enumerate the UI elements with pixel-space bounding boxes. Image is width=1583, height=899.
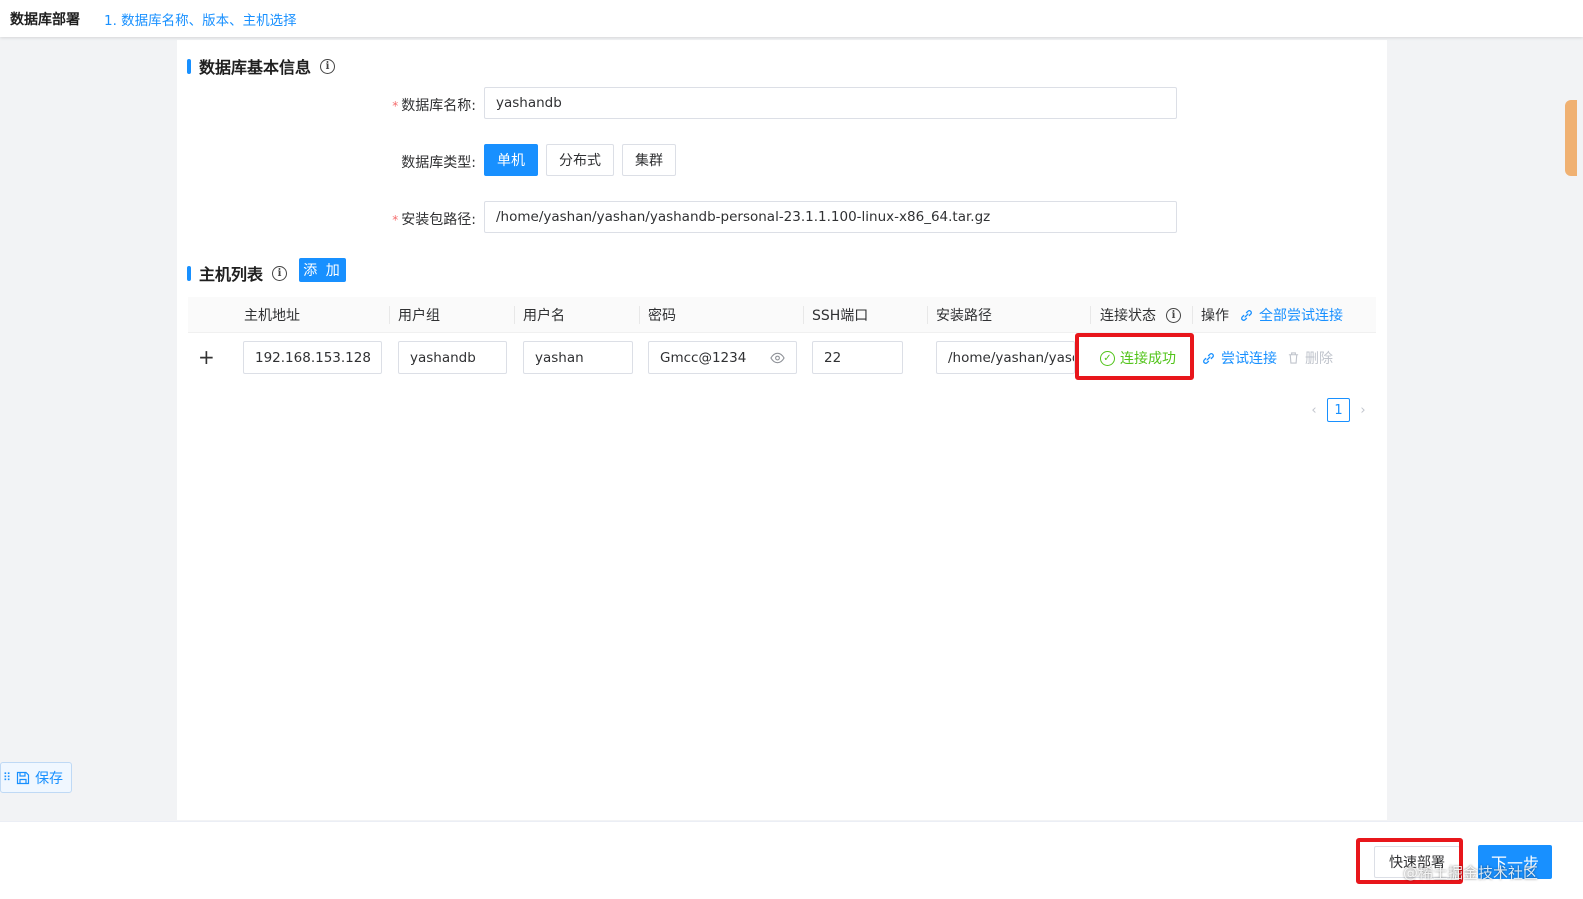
section-marker: [187, 58, 191, 74]
save-icon: [16, 771, 30, 784]
basic-info-title: 数据库基本信息 i: [187, 54, 336, 78]
info-icon[interactable]: i: [320, 58, 336, 74]
prev-page-icon[interactable]: ‹: [1307, 398, 1321, 422]
top-bar: 数据库部署 1. 数据库名称、版本、主机选择: [0, 0, 1583, 37]
host-table-header: 主机地址 用户组 用户名 密码 SSH端口 安装路径 连接状态 i 操作 全部尝…: [188, 297, 1376, 333]
next-page-icon[interactable]: ›: [1356, 398, 1370, 422]
try-connect-link[interactable]: 尝试连接: [1201, 348, 1277, 368]
package-path-label: * 安装包路径:: [392, 212, 476, 228]
type-option-distributed[interactable]: 分布式: [546, 144, 614, 176]
db-name-label: * 数据库名称:: [392, 98, 476, 114]
info-icon[interactable]: i: [1166, 307, 1181, 323]
column-ssh-port: SSH端口: [812, 308, 869, 324]
package-path-input[interactable]: /home/yashan/yashan/yashandb-personal-23…: [484, 201, 1177, 233]
eye-icon[interactable]: [770, 352, 785, 364]
ssh-port-input[interactable]: 22: [812, 341, 903, 374]
page-title: 数据库部署: [10, 11, 80, 28]
db-type-label: 数据库类型:: [401, 155, 476, 171]
basic-info-title-text: 数据库基本信息: [199, 58, 312, 77]
watermark: @稀土掘金技术社区: [1403, 864, 1539, 882]
link-icon: [1241, 309, 1252, 321]
drag-handle-icon[interactable]: ⠿: [3, 771, 11, 784]
trash-icon: [1288, 352, 1299, 364]
step-indicator[interactable]: 1. 数据库名称、版本、主机选择: [104, 9, 297, 29]
column-host: 主机地址: [244, 308, 300, 324]
expand-row-icon[interactable]: +: [198, 345, 215, 369]
username-input[interactable]: yashan: [523, 341, 633, 374]
footer-bar: [0, 821, 1583, 899]
password-input[interactable]: Gmcc@1234: [648, 341, 797, 374]
type-option-standalone[interactable]: 单机: [484, 144, 538, 176]
page-1[interactable]: 1: [1327, 398, 1350, 422]
info-icon[interactable]: i: [272, 265, 288, 281]
save-button[interactable]: ⠿ 保存: [0, 762, 72, 793]
column-password: 密码: [648, 308, 676, 324]
section-marker: [187, 265, 191, 281]
link-icon: [1203, 352, 1214, 364]
column-status: 连接状态 i: [1100, 297, 1181, 333]
user-group-input[interactable]: yashandb: [398, 341, 507, 374]
highlight-box-status: [1075, 333, 1194, 380]
try-all-connect-link[interactable]: 全部尝试连接: [1239, 305, 1343, 325]
column-install-path: 安装路径: [936, 308, 992, 324]
add-host-button[interactable]: 添 加: [299, 258, 346, 282]
delete-link[interactable]: 删除: [1287, 348, 1333, 368]
install-path-input[interactable]: /home/yashan/yasd: [936, 341, 1075, 374]
host-list-title: 主机列表 i: [187, 261, 288, 285]
column-user: 用户名: [523, 308, 565, 324]
db-name-input[interactable]: yashandb: [484, 87, 1177, 119]
host-list-title-text: 主机列表: [199, 265, 264, 284]
host-address-input[interactable]: 192.168.153.128: [243, 341, 382, 374]
column-actions: 操作 全部尝试连接: [1201, 297, 1343, 333]
column-group: 用户组: [398, 308, 440, 324]
type-option-cluster[interactable]: 集群: [622, 144, 676, 176]
side-drawer-handle[interactable]: [1565, 100, 1577, 176]
